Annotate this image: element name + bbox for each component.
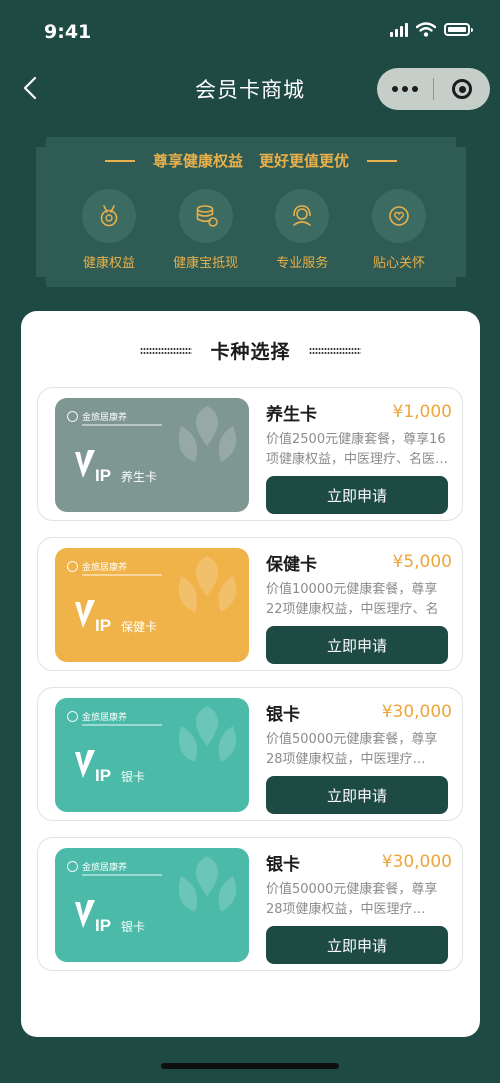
close-mini-program-button[interactable] bbox=[434, 68, 490, 110]
card-price: ¥30,000 bbox=[381, 702, 452, 722]
status-time: 9:41 bbox=[44, 21, 92, 43]
svg-text:IP: IP bbox=[95, 466, 111, 485]
heart-icon bbox=[389, 206, 409, 226]
card-description: 价值2500元健康套餐，尊享16项健康权益，中医理疗、名医… bbox=[266, 432, 449, 467]
signal-icon bbox=[390, 22, 408, 37]
leaf-decoration bbox=[178, 706, 237, 762]
card-price: ¥30,000 bbox=[381, 852, 452, 872]
brand-logo: 金旅居康养 bbox=[67, 410, 127, 423]
apply-button[interactable]: 立即申请 bbox=[266, 476, 448, 514]
benefit-label: 贴心关怀 bbox=[372, 256, 425, 271]
vip-logo-icon: IP bbox=[75, 450, 111, 485]
apply-button[interactable]: 立即申请 bbox=[266, 626, 448, 664]
card-item[interactable]: 金旅居康养 IP 银卡 银卡 ¥30,000 价值50000元健康套餐，尊享28… bbox=[37, 837, 463, 971]
vip-card-name: 保健卡 bbox=[121, 620, 158, 634]
leaf-decoration bbox=[178, 556, 237, 612]
medal-icon bbox=[100, 205, 118, 227]
vip-card-image: 金旅居康养 IP 养生卡 bbox=[55, 398, 249, 512]
target-icon bbox=[452, 79, 472, 99]
svg-text:IP: IP bbox=[95, 766, 111, 785]
benefit-label: 健康权益 bbox=[82, 256, 135, 271]
benefit-professional-service[interactable]: 专业服务 bbox=[257, 189, 347, 271]
card-info: 银卡 ¥30,000 价值50000元健康套餐，尊享28项健康权益，中医理疗… … bbox=[266, 848, 452, 964]
apply-button[interactable]: 立即申请 bbox=[266, 776, 448, 814]
card-item[interactable]: 金旅居康养 IP 保健卡 保健卡 ¥5,000 价值10000元健康套餐，尊享2… bbox=[37, 537, 463, 671]
vip-card-name: 银卡 bbox=[121, 920, 146, 934]
more-options-button[interactable] bbox=[377, 68, 433, 110]
slogan-left: 尊享健康权益 bbox=[152, 152, 243, 170]
section-header: 卡种选择 bbox=[21, 337, 480, 364]
benefit-items: 健康权益 健康宝抵现 专业服务 贴心关怀 bbox=[64, 189, 444, 271]
benefit-health-rights[interactable]: 健康权益 bbox=[64, 189, 154, 271]
card-description: 价值50000元健康套餐，尊享28项健康权益，中医理疗… bbox=[266, 882, 438, 917]
leaf-decoration bbox=[178, 406, 237, 462]
coins-icon bbox=[196, 205, 218, 227]
card-description: 价值50000元健康套餐，尊享28项健康权益，中医理疗… bbox=[266, 732, 438, 767]
card-description: 价值10000元健康套餐，尊享22项健康权益，中医理疗、名医… bbox=[266, 582, 439, 617]
vip-logo-icon: IP bbox=[75, 600, 111, 635]
card-price: ¥5,000 bbox=[392, 552, 452, 572]
decorative-dots bbox=[308, 346, 361, 355]
navigation-bar: 会员卡商城 bbox=[0, 62, 500, 118]
home-indicator bbox=[161, 1063, 339, 1069]
section-title: 卡种选择 bbox=[210, 341, 291, 363]
card-name: 银卡 bbox=[266, 854, 300, 875]
more-dot-icon bbox=[402, 86, 408, 92]
card-name: 银卡 bbox=[266, 704, 300, 725]
status-icons bbox=[390, 22, 473, 37]
benefit-slogan: 尊享健康权益 更好更值更优 bbox=[36, 150, 466, 171]
vip-card-image: 金旅居康养 IP 保健卡 bbox=[55, 548, 249, 662]
benefit-care[interactable]: 贴心关怀 bbox=[354, 189, 444, 271]
card-selection-panel: 卡种选择 金旅居康养 IP 养生卡 养生卡 ¥1,000 价值2500元健康套餐… bbox=[21, 311, 480, 1037]
mini-program-capsule bbox=[377, 68, 490, 110]
brand-logo: 金旅居康养 bbox=[67, 860, 127, 873]
benefit-label: 健康宝抵现 bbox=[173, 256, 239, 271]
benefits-banner: 尊享健康权益 更好更值更优 健康权益 健康宝抵现 专业服务 贴心关怀 bbox=[36, 137, 466, 287]
svg-text:IP: IP bbox=[95, 616, 111, 635]
brand-logo: 金旅居康养 bbox=[67, 710, 127, 723]
vip-logo-icon: IP bbox=[75, 750, 111, 785]
status-bar: 9:41 bbox=[0, 0, 500, 60]
vip-card-name: 银卡 bbox=[121, 770, 146, 784]
benefit-label: 专业服务 bbox=[276, 256, 329, 271]
headset-icon bbox=[293, 205, 312, 226]
vip-card-image: 金旅居康养 IP 银卡 bbox=[55, 698, 249, 812]
card-price: ¥1,000 bbox=[392, 402, 452, 422]
more-dot-icon bbox=[392, 86, 398, 92]
card-item[interactable]: 金旅居康养 IP 银卡 银卡 ¥30,000 价值50000元健康套餐，尊享28… bbox=[37, 687, 463, 821]
wifi-icon bbox=[416, 22, 436, 37]
vip-card-name: 养生卡 bbox=[121, 470, 158, 484]
battery-icon bbox=[444, 23, 473, 36]
card-item[interactable]: 金旅居康养 IP 养生卡 养生卡 ¥1,000 价值2500元健康套餐，尊享16… bbox=[37, 387, 463, 521]
card-info: 银卡 ¥30,000 价值50000元健康套餐，尊享28项健康权益，中医理疗… … bbox=[266, 698, 452, 814]
brand-logo: 金旅居康养 bbox=[67, 560, 127, 573]
apply-button[interactable]: 立即申请 bbox=[266, 926, 448, 964]
card-name: 养生卡 bbox=[266, 404, 317, 425]
benefit-health-cash[interactable]: 健康宝抵现 bbox=[161, 189, 251, 271]
card-info: 保健卡 ¥5,000 价值10000元健康套餐，尊享22项健康权益，中医理疗、名… bbox=[266, 548, 452, 664]
card-name: 保健卡 bbox=[266, 554, 317, 575]
vip-card-image: 金旅居康养 IP 银卡 bbox=[55, 848, 249, 962]
slogan-right: 更好更值更优 bbox=[259, 152, 350, 170]
svg-text:IP: IP bbox=[95, 916, 111, 935]
leaf-decoration bbox=[178, 856, 237, 912]
card-info: 养生卡 ¥1,000 价值2500元健康套餐，尊享16项健康权益，中医理疗、名医… bbox=[266, 398, 452, 514]
more-dot-icon bbox=[412, 86, 418, 92]
decorative-dots bbox=[140, 346, 193, 355]
vip-logo-icon: IP bbox=[75, 900, 111, 935]
